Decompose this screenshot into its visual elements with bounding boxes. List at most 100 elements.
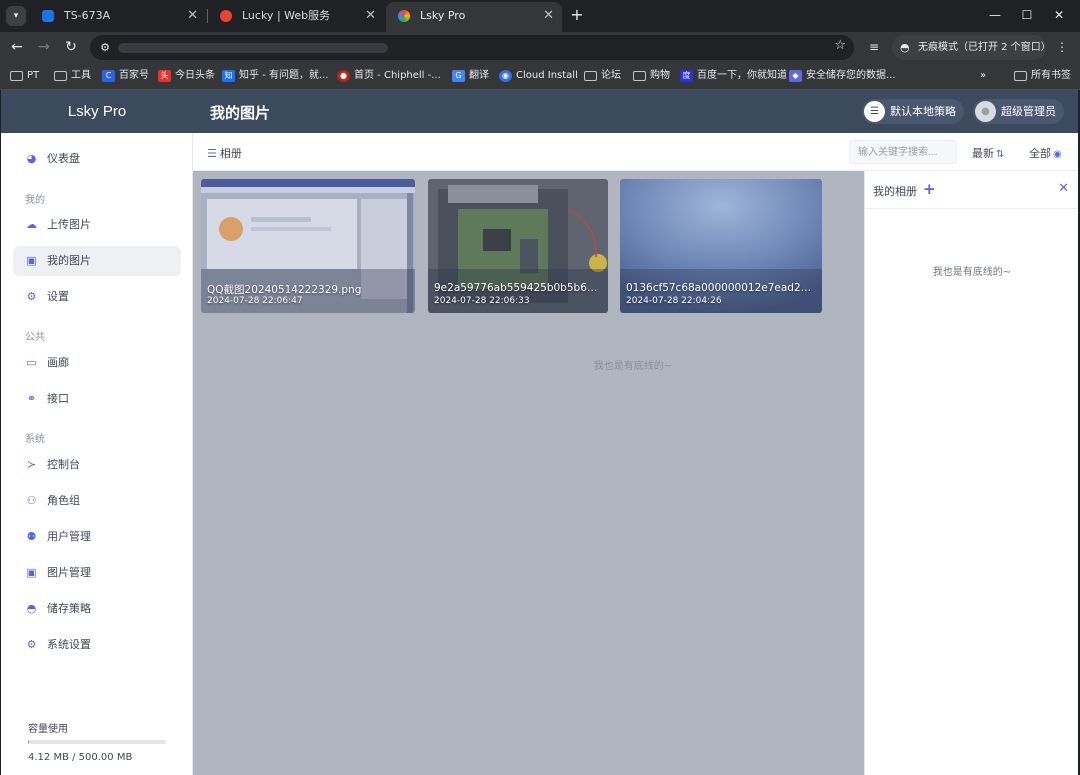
- zhihu-icon: 知: [222, 70, 235, 82]
- watermark-text: 什么值得买: [948, 738, 1048, 762]
- close-window-button[interactable]: ✕: [1046, 4, 1072, 26]
- user-settings-icon: ⚙: [26, 290, 37, 303]
- bookmark-cloud-install[interactable]: ◉ Cloud Install: [499, 68, 578, 84]
- address-bar[interactable]: ⚙ ☆: [90, 35, 854, 60]
- bookmark-label: Cloud Install: [516, 70, 578, 81]
- sidebar-item-console[interactable]: ≻ 控制台: [13, 450, 181, 480]
- add-album-icon[interactable]: +: [923, 180, 936, 198]
- browser-tabstrip: ▾ TS-673A ✕ Lucky | Web服务 ✕ Lsky Pro ✕ +…: [0, 0, 1080, 32]
- bookmark-baijiahao[interactable]: C 百家号: [102, 68, 149, 84]
- top-header: 我的图片 ☰ 默认本地策略 ● 超级管理员: [193, 90, 1078, 133]
- sidebar-item-roles[interactable]: ⚇ 角色组: [13, 486, 181, 516]
- user-manage-icon: ⚉: [26, 530, 37, 543]
- sidebar-group-system: 系统: [25, 434, 45, 445]
- bookmark-translate[interactable]: G 翻译: [452, 68, 489, 84]
- search-input[interactable]: [849, 140, 957, 164]
- incognito-indicator[interactable]: ◓ 无痕模式（已打开 2 个窗口）: [892, 35, 1051, 60]
- image-name: 0136cf57c68a000000012e7ead255...: [626, 282, 816, 294]
- qnap-icon: [42, 10, 54, 22]
- sort-button[interactable]: 最新 ⇅: [972, 145, 1004, 161]
- bookmark-zhihu[interactable]: 知知乎 - 有问题，就...: [222, 68, 329, 84]
- sort-label: 最新: [972, 147, 994, 160]
- tab-close-icon[interactable]: ✕: [187, 2, 198, 30]
- sidebar-item-label: 角色组: [47, 494, 80, 507]
- media-controls-icon[interactable]: ≡: [864, 37, 884, 57]
- sort-icon: ⇅: [996, 149, 1005, 160]
- bookmark-label: 购物: [650, 70, 670, 81]
- sidebar-item-label: 储存策略: [47, 602, 91, 615]
- bookmark-shopping[interactable]: 购物: [633, 68, 670, 84]
- album-panel-header: 我的相册 + ✕: [865, 171, 1078, 209]
- image-card[interactable]: QQ截图20240514222329.png 2024-07-28 22:06:…: [201, 179, 415, 313]
- server-icon: ☰: [864, 101, 885, 122]
- capacity-progress-fill: [28, 740, 30, 744]
- strategy-button[interactable]: ☰ 默认本地策略: [862, 99, 964, 124]
- tab-ts673a[interactable]: TS-673A ✕: [30, 2, 206, 32]
- avatar: ●: [975, 101, 996, 122]
- album-toggle-button[interactable]: ☰ 相册: [207, 145, 242, 161]
- toutiao-icon: 头: [158, 70, 171, 82]
- tab-close-icon[interactable]: ✕: [365, 2, 376, 30]
- brand-logo[interactable]: Lsky Pro: [1, 90, 193, 133]
- sidebar-item-dashboard[interactable]: ◕ 仪表盘: [13, 144, 181, 174]
- image-card[interactable]: 9e2a59776ab559425b0b5b68d... 2024-07-28 …: [428, 179, 608, 313]
- site-info-icon[interactable]: ⚙: [96, 39, 114, 56]
- forward-arrow-icon[interactable]: →: [33, 36, 55, 58]
- tab-lsky-pro[interactable]: Lsky Pro ✕: [386, 2, 562, 32]
- bookmark-label: PT: [27, 70, 40, 81]
- browser-toolbar: ← → ↻ ⚙ ☆ ≡ ◓ 无痕模式（已打开 2 个窗口） ⋮: [0, 32, 1080, 62]
- sidebar-group-public: 公共: [25, 332, 45, 343]
- sidebar-item-image-management[interactable]: ▣ 图片管理: [13, 558, 181, 588]
- image-name: QQ截图20240514222329.png: [207, 284, 362, 296]
- sidebar-item-upload[interactable]: ☁ 上传图片: [13, 210, 181, 240]
- bookmark-label: 首页 - Chiphell -...: [354, 70, 441, 81]
- sidebar-item-label: 控制台: [47, 458, 80, 471]
- folder-icon: [633, 71, 646, 81]
- strategy-label: 默认本地策略: [890, 105, 956, 118]
- browser-menu-icon[interactable]: ⋮: [1052, 37, 1072, 57]
- maximize-button[interactable]: ☐: [1014, 4, 1040, 26]
- storage-icon: ◓: [26, 602, 37, 615]
- new-tab-button[interactable]: +: [568, 5, 586, 25]
- bookmarks-overflow-button[interactable]: »: [980, 68, 986, 84]
- images-icon: ▣: [26, 254, 37, 267]
- bookmark-secure-storage[interactable]: ◆ 安全储存您的数据...: [789, 68, 896, 84]
- bookmark-label: 论坛: [601, 70, 621, 81]
- reload-icon[interactable]: ↻: [60, 36, 82, 58]
- tab-lucky[interactable]: Lucky | Web服务 ✕: [208, 2, 384, 32]
- image-card[interactable]: 0136cf57c68a000000012e7ead255... 2024-07…: [620, 179, 822, 313]
- users-icon: ⚇: [26, 494, 37, 507]
- sidebar-item-my-images[interactable]: ▣ 我的图片: [13, 246, 181, 276]
- tab-close-icon[interactable]: ✕: [543, 2, 554, 30]
- bookmark-forum[interactable]: 论坛: [584, 68, 621, 84]
- bookmark-label: 工具: [71, 70, 91, 81]
- sidebar-item-system-settings[interactable]: ⚙ 系统设置: [13, 630, 181, 660]
- sidebar-item-user-management[interactable]: ⚉ 用户管理: [13, 522, 181, 552]
- incognito-label: 无痕模式（已打开 2 个窗口）: [918, 42, 1051, 53]
- sidebar-item-api[interactable]: ⚭ 接口: [13, 384, 181, 414]
- bookmark-pt[interactable]: PT: [10, 68, 39, 84]
- folder-icon: [584, 71, 597, 81]
- bookmark-tools[interactable]: 工具: [54, 68, 91, 84]
- bookmark-baidu[interactable]: 度百度一下，你就知道: [680, 68, 787, 84]
- lsky-app: Lsky Pro ◕ 仪表盘 我的 ☁ 上传图片 ▣ 我的图片 ⚙ 设置 公共 …: [1, 90, 1078, 775]
- all-bookmarks[interactable]: 所有书签: [1014, 68, 1071, 84]
- sidebar-item-label: 图片管理: [47, 566, 91, 579]
- bookmark-star-icon[interactable]: ☆: [834, 38, 846, 53]
- sidebar-item-settings[interactable]: ⚙ 设置: [13, 282, 181, 312]
- minimize-button[interactable]: —: [982, 4, 1008, 26]
- bookmark-toutiao[interactable]: 头今日头条: [158, 68, 215, 84]
- back-arrow-icon[interactable]: ←: [6, 36, 28, 58]
- user-menu-button[interactable]: ● 超级管理员: [973, 99, 1064, 124]
- tab-search-button[interactable]: ▾: [6, 6, 26, 26]
- baijiahao-icon: C: [102, 70, 115, 82]
- lsky-icon: [398, 10, 410, 22]
- sidebar-item-gallery[interactable]: ▭ 画廊: [13, 348, 181, 378]
- translate-icon: G: [452, 70, 465, 82]
- filter-button[interactable]: 全部 ◉: [1029, 145, 1062, 161]
- bookmark-chiphell[interactable]: ● 首页 - Chiphell -...: [337, 68, 441, 84]
- sidebar-item-label: 设置: [47, 290, 69, 303]
- close-icon[interactable]: ✕: [1058, 181, 1069, 196]
- image-time: 2024-07-28 22:06:33: [434, 296, 530, 306]
- sidebar-item-storage[interactable]: ◓ 储存策略: [13, 594, 181, 624]
